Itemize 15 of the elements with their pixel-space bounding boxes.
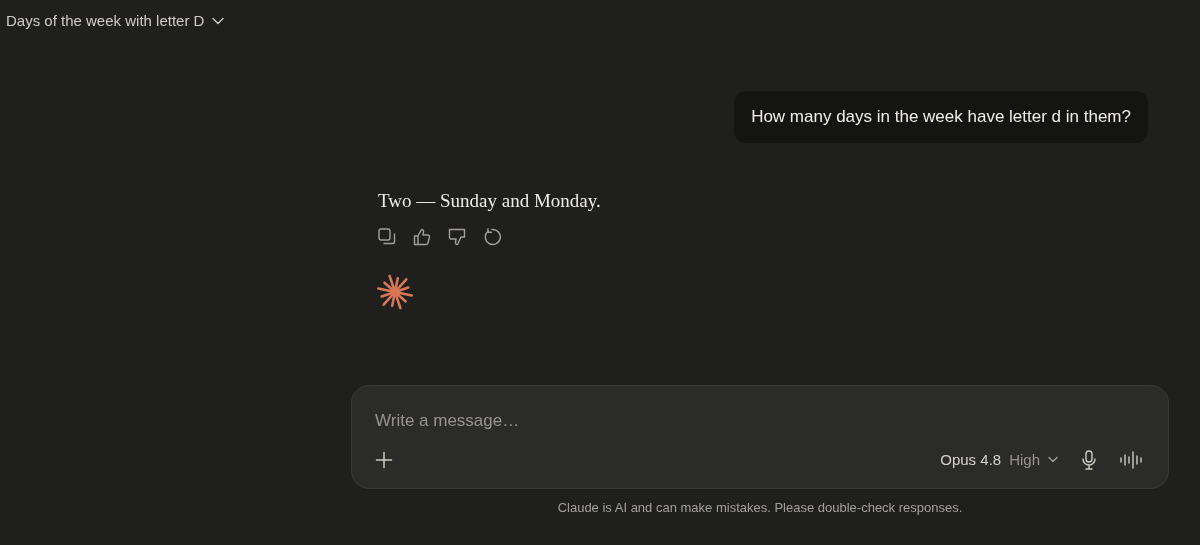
user-message: How many days in the week have letter d in them?	[734, 91, 1148, 143]
disclaimer-text: Claude is AI and can make mistakes. Please double-check responses.	[556, 498, 964, 517]
add-button[interactable]	[375, 450, 393, 469]
assistant-message: Two — Sunday and Monday.	[378, 188, 601, 213]
voice-mode-button[interactable]	[1120, 450, 1142, 469]
microphone-button[interactable]	[1082, 449, 1096, 470]
message-input[interactable]: Write a message…	[375, 408, 1146, 434]
thumbs-down-button[interactable]	[448, 228, 466, 246]
retry-button[interactable]	[483, 228, 501, 246]
chevron-down-icon	[1048, 456, 1058, 463]
sparkle-icon	[377, 274, 413, 310]
model-selector[interactable]: Opus 4.8 High	[940, 450, 1058, 469]
copy-button[interactable]	[378, 228, 396, 246]
chevron-down-icon	[212, 17, 225, 25]
thumbs-up-button[interactable]	[413, 228, 431, 246]
